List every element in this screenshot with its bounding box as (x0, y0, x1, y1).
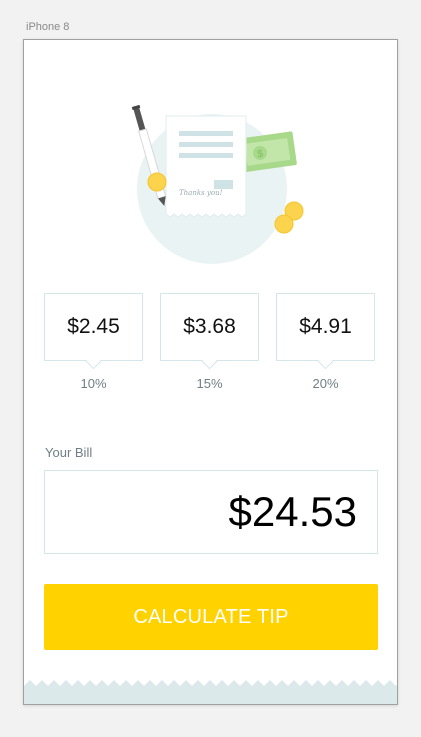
coin-icon (147, 172, 167, 192)
tip-amount: $2.45 (67, 315, 120, 338)
bill-value: $24.53 (228, 488, 357, 535)
tip-card-pointer (317, 353, 333, 370)
tip-amount: $4.91 (299, 315, 352, 338)
receipt-icon: Thanks you! (165, 115, 247, 218)
phone-screen: $ Thanks you! $2.45 10% $3.68 15% $4.91 … (23, 39, 398, 705)
tip-percent: 20% (312, 376, 339, 391)
tip-percent: 15% (196, 376, 223, 391)
receipt-torn-edge (24, 680, 397, 704)
tip-amount: $3.68 (183, 315, 236, 338)
coin-icon (274, 214, 294, 234)
calculate-tip-button[interactable]: CALCULATE TIP (44, 584, 378, 650)
tip-option-20[interactable]: $4.91 (276, 293, 375, 370)
tip-percent: 10% (80, 376, 107, 391)
device-label: iPhone 8 (26, 21, 70, 33)
bill-label: Your Bill (45, 445, 93, 460)
tip-card-pointer (201, 353, 217, 370)
receipt-note-text: Thanks you! (179, 189, 223, 197)
tip-card-pointer (85, 353, 101, 370)
bill-input[interactable]: $24.53 (44, 470, 378, 554)
receipt-illustration: $ Thanks you! (131, 104, 304, 264)
tip-option-10[interactable]: $2.45 (44, 293, 143, 370)
tip-option-15[interactable]: $3.68 (160, 293, 259, 370)
